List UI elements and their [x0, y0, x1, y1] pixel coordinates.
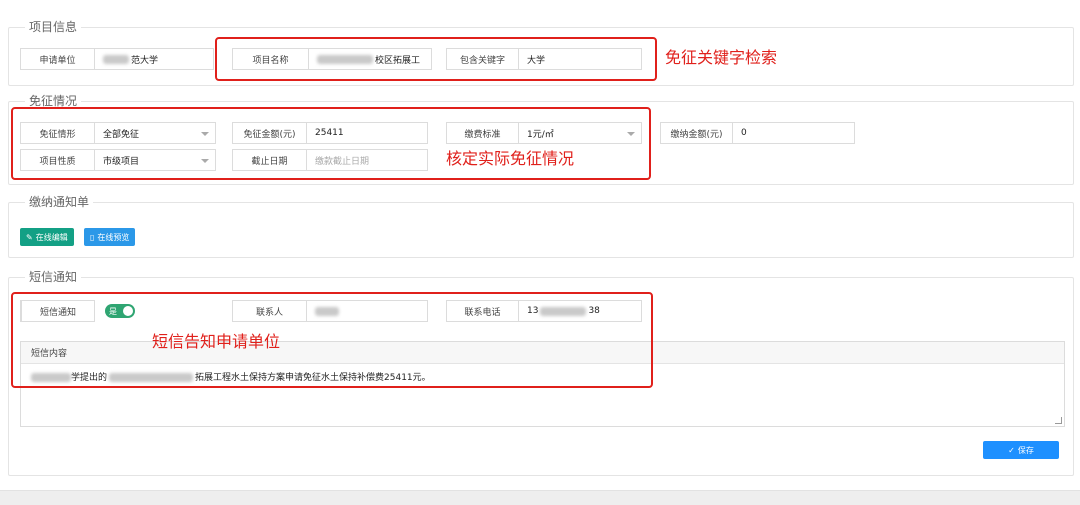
notice-legend: 缴纳通知单 — [25, 194, 94, 210]
applicant-value[interactable]: 范大学 — [95, 49, 213, 69]
online-preview-label: 在线预览 — [97, 232, 130, 242]
project-info-legend: 项目信息 — [25, 19, 82, 35]
save-button[interactable]: ✓ 保存 — [983, 441, 1059, 459]
paid-amount-input[interactable]: 0 — [733, 123, 854, 143]
sms-notify-annotation: 短信告知申请单位 — [152, 332, 281, 351]
applicant-field[interactable]: 申请单位 范大学 — [20, 48, 214, 70]
exemption-highlight — [11, 107, 651, 180]
save-label: 保存 — [1017, 445, 1034, 455]
verify-exemption-annotation: 核定实际免征情况 — [446, 149, 575, 168]
check-icon: ✓ — [1008, 445, 1015, 455]
online-edit-label: 在线编辑 — [35, 232, 68, 242]
notice-section: 缴纳通知单 — [8, 194, 1074, 258]
pencil-icon: ✎ — [26, 232, 33, 242]
online-edit-button[interactable]: ✎ 在线编辑 — [20, 228, 74, 246]
document-icon: ▯ — [90, 232, 95, 242]
resize-handle-icon[interactable] — [1055, 417, 1062, 424]
keyword-search-annotation: 免征关键字检索 — [665, 48, 778, 67]
bottom-bar — [0, 490, 1080, 505]
paid-amount-label: 缴纳金额(元) — [661, 123, 733, 143]
online-preview-button[interactable]: ▯ 在线预览 — [84, 228, 136, 246]
keyword-search-highlight — [215, 37, 657, 81]
paid-amount-field[interactable]: 缴纳金额(元) 0 — [660, 122, 855, 144]
applicant-label: 申请单位 — [21, 49, 95, 69]
sms-legend: 短信通知 — [25, 269, 82, 285]
sms-highlight — [11, 292, 653, 388]
